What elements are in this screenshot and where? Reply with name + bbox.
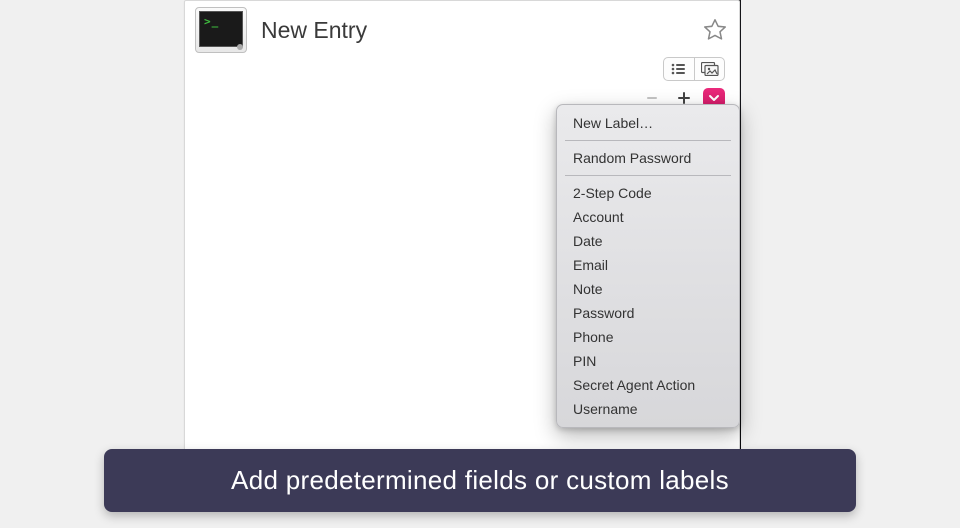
view-mode-toolbar bbox=[185, 55, 739, 81]
menu-item-2-step-code[interactable]: 2-Step Code bbox=[557, 181, 739, 205]
chevron-down-icon bbox=[708, 92, 720, 104]
menu-separator bbox=[565, 140, 731, 141]
image-icon bbox=[701, 62, 719, 76]
favorite-button[interactable] bbox=[701, 16, 729, 44]
entry-header: New Entry bbox=[185, 1, 739, 55]
caption-text: Add predetermined fields or custom label… bbox=[231, 465, 729, 495]
view-mode-group bbox=[663, 57, 725, 81]
menu-separator bbox=[565, 175, 731, 176]
menu-item-email[interactable]: Email bbox=[557, 253, 739, 277]
list-icon bbox=[671, 63, 687, 75]
caption-annotation: Add predetermined fields or custom label… bbox=[104, 449, 856, 512]
header-left: New Entry bbox=[195, 7, 367, 53]
star-icon bbox=[702, 17, 728, 43]
add-field-menu: New Label… Random Password 2-Step CodeAc… bbox=[556, 104, 740, 428]
menu-item-secret-agent-action[interactable]: Secret Agent Action bbox=[557, 373, 739, 397]
menu-item-password[interactable]: Password bbox=[557, 301, 739, 325]
menu-item-random-password[interactable]: Random Password bbox=[557, 146, 739, 170]
menu-item-phone[interactable]: Phone bbox=[557, 325, 739, 349]
list-view-button[interactable] bbox=[664, 58, 694, 80]
menu-item-date[interactable]: Date bbox=[557, 229, 739, 253]
plus-icon bbox=[677, 91, 691, 105]
menu-item-pin[interactable]: PIN bbox=[557, 349, 739, 373]
image-view-button[interactable] bbox=[694, 58, 724, 80]
entry-type-icon[interactable] bbox=[195, 7, 247, 53]
menu-item-username[interactable]: Username bbox=[557, 397, 739, 421]
menu-item-new-label[interactable]: New Label… bbox=[557, 111, 739, 135]
menu-item-note[interactable]: Note bbox=[557, 277, 739, 301]
menu-item-account[interactable]: Account bbox=[557, 205, 739, 229]
entry-title[interactable]: New Entry bbox=[261, 17, 367, 44]
minus-icon bbox=[645, 91, 659, 105]
